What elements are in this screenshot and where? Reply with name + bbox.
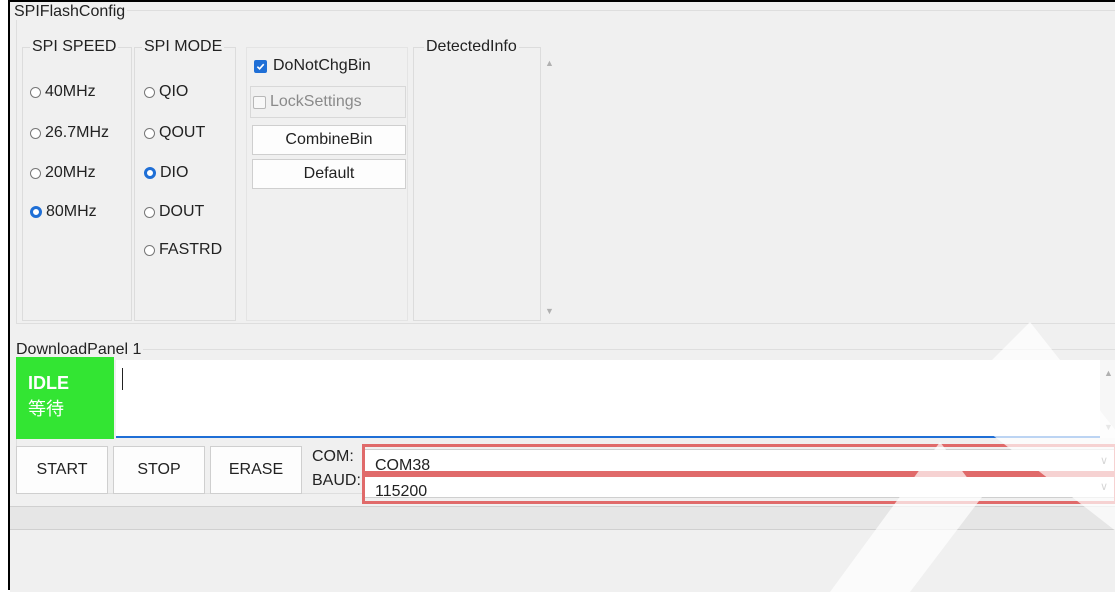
radio-label: 20MHz xyxy=(45,164,96,181)
scroll-up-icon[interactable]: ▲ xyxy=(545,58,554,68)
radio-circle-icon xyxy=(144,127,155,139)
radio-label: FASTRD xyxy=(159,241,223,258)
radio-label: QIO xyxy=(159,83,189,100)
download-panel-title: DownloadPanel 1 xyxy=(14,341,144,358)
combine-bin-button[interactable]: CombineBin xyxy=(252,125,406,155)
speed-radio-20mhz[interactable]: 20MHz xyxy=(30,163,96,183)
com-value: COM38 xyxy=(375,457,431,473)
detected-info-group xyxy=(413,47,541,321)
radio-label: 40MHz xyxy=(45,83,96,100)
radio-label: DOUT xyxy=(159,203,205,220)
radio-circle-icon xyxy=(144,244,155,256)
text-cursor xyxy=(122,368,123,390)
radio-circle-icon xyxy=(144,86,155,98)
scroll-down-icon[interactable]: ▼ xyxy=(545,306,554,316)
radio-label: DIO xyxy=(160,164,189,181)
status-indicator: IDLE 等待 xyxy=(16,357,114,439)
radio-circle-icon xyxy=(30,167,41,179)
radio-circle-icon xyxy=(30,86,41,98)
mode-radio-qio[interactable]: QIO xyxy=(144,82,188,102)
detected-info-title: DetectedInfo xyxy=(424,38,519,55)
lock-settings-checkbox[interactable]: LockSettings xyxy=(250,86,406,118)
radio-circle-icon xyxy=(144,206,155,218)
speed-radio-40mhz[interactable]: 40MHz xyxy=(30,82,96,102)
mode-radio-dout[interactable]: DOUT xyxy=(144,202,204,222)
radio-label: 80MHz xyxy=(46,203,97,220)
radio-label: QOUT xyxy=(159,124,206,141)
erase-button[interactable]: ERASE xyxy=(210,446,302,494)
stop-button[interactable]: STOP xyxy=(113,446,205,494)
baud-value: 115200 xyxy=(375,483,428,498)
spi-flash-config-title: SPIFlashConfig xyxy=(12,3,128,20)
checkbox-label: DoNotChgBin xyxy=(273,57,371,74)
detected-info-scrollbar[interactable]: ▲ ▼ xyxy=(543,54,555,320)
main-window: SPIFlashConfig SPI SPEED 40MHz 26.7MHz 2… xyxy=(8,0,1115,592)
watermark-graphic xyxy=(830,322,1115,592)
spi-mode-title: SPI MODE xyxy=(142,38,225,55)
radio-selected-icon xyxy=(144,167,156,179)
speed-radio-80mhz[interactable]: 80MHz xyxy=(30,202,97,222)
status-text-waiting: 等待 xyxy=(28,399,64,419)
mode-radio-dio[interactable]: DIO xyxy=(144,163,188,183)
checkbox-empty-icon xyxy=(253,95,266,109)
radio-selected-icon xyxy=(30,206,42,218)
spi-speed-title: SPI SPEED xyxy=(30,38,119,55)
checkbox-checked-icon xyxy=(254,59,267,73)
speed-radio-26-7mhz[interactable]: 26.7MHz xyxy=(30,123,109,143)
default-button[interactable]: Default xyxy=(252,159,406,189)
checkbox-label: LockSettings xyxy=(270,93,362,110)
start-button[interactable]: START xyxy=(16,446,108,494)
radio-label: 26.7MHz xyxy=(45,124,110,141)
com-label: COM: xyxy=(312,448,354,465)
status-text-idle: IDLE xyxy=(28,373,70,393)
mode-radio-fastrd[interactable]: FASTRD xyxy=(144,240,222,260)
radio-circle-icon xyxy=(30,127,41,139)
mode-radio-qout[interactable]: QOUT xyxy=(144,123,205,143)
do-not-chg-bin-checkbox[interactable]: DoNotChgBin xyxy=(254,55,371,77)
baud-label: BAUD: xyxy=(312,472,362,490)
